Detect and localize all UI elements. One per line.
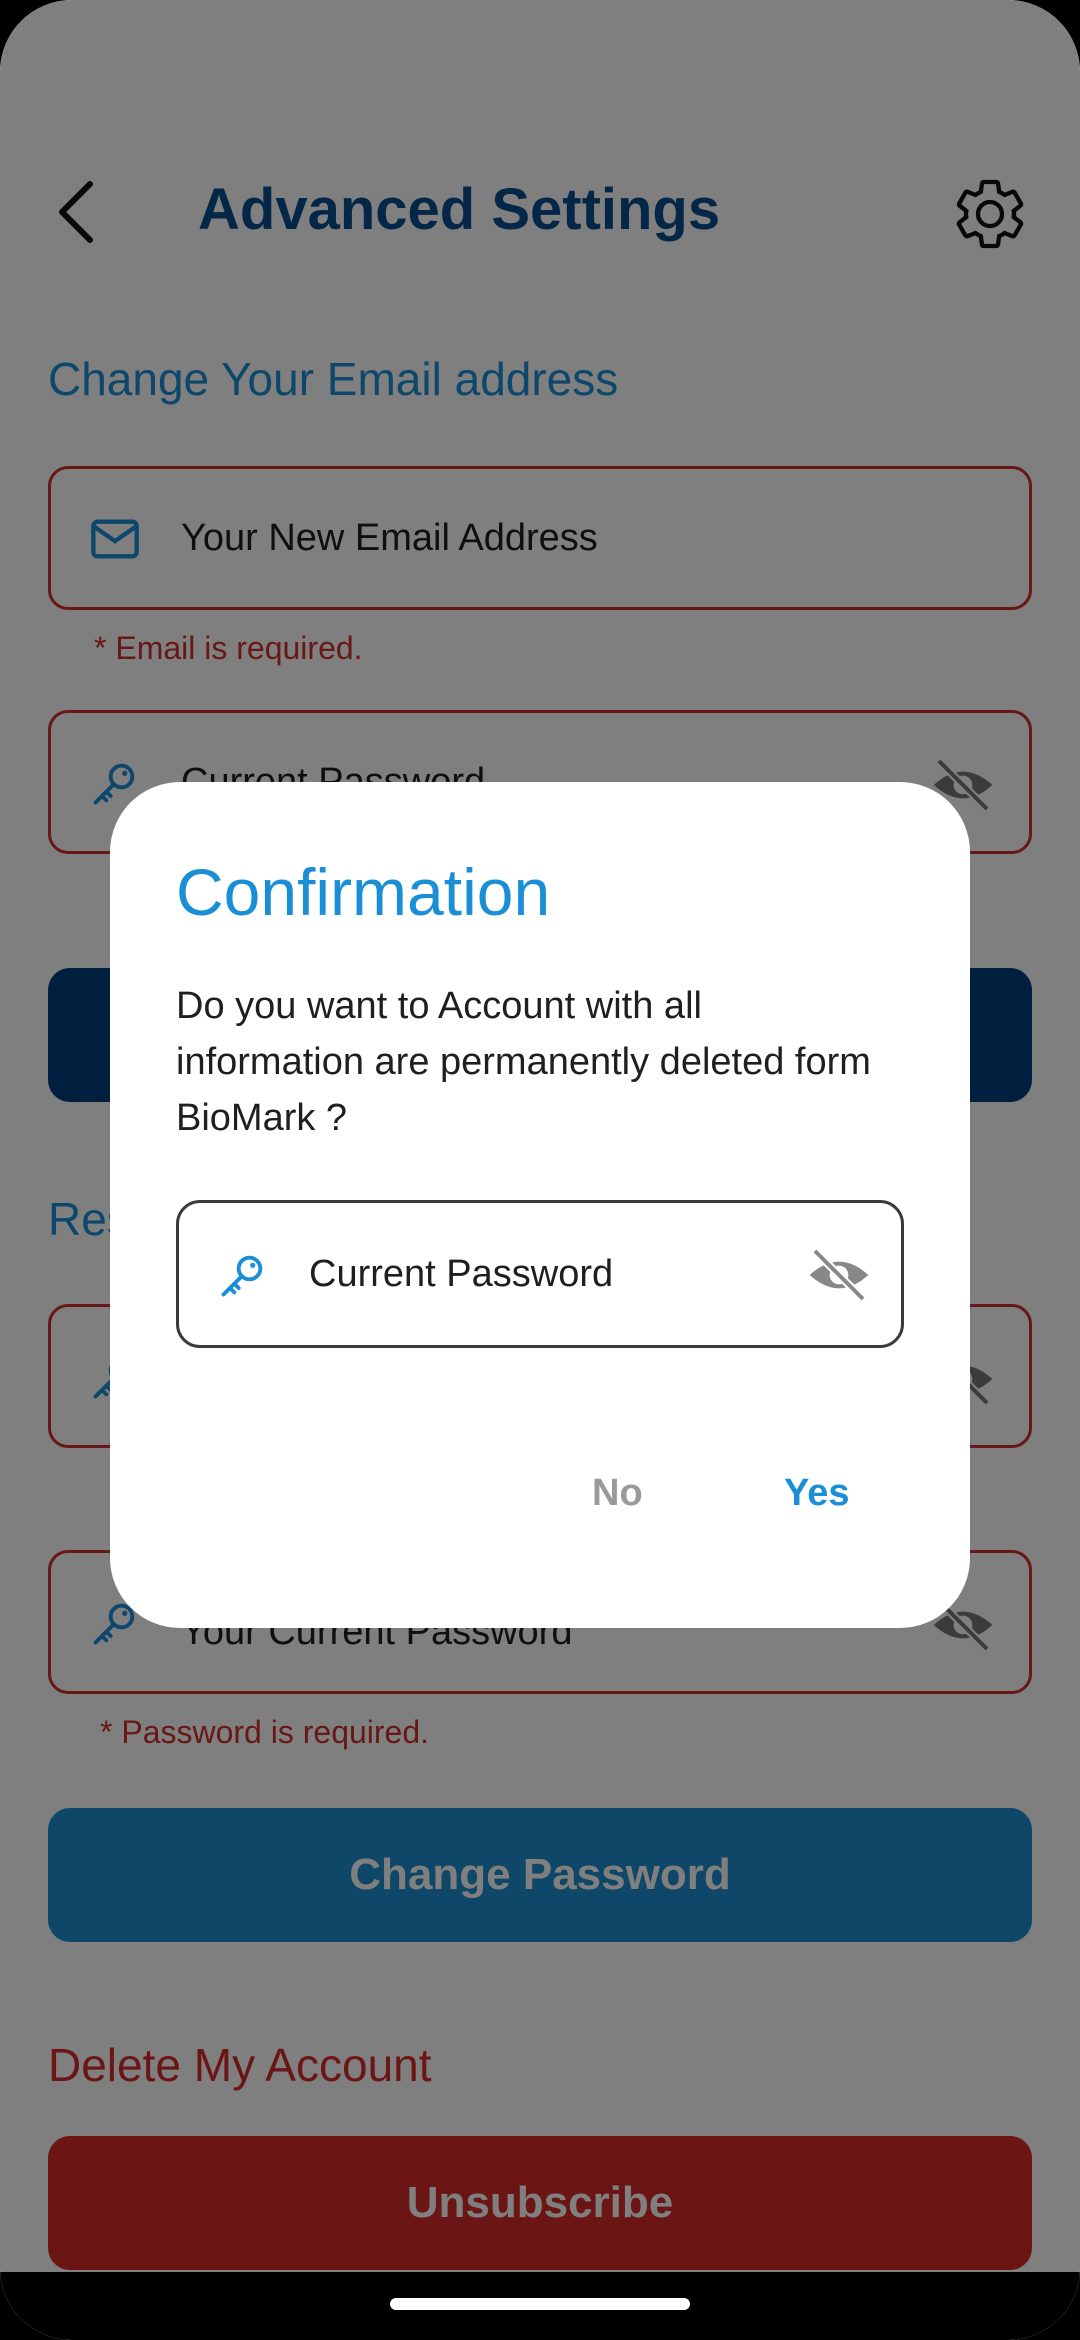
confirmation-dialog: Confirmation Do you want to Account with… xyxy=(110,782,970,1628)
dialog-yes-button[interactable]: Yes xyxy=(784,1472,850,1515)
home-gesture-handle[interactable] xyxy=(390,2298,690,2310)
dialog-title: Confirmation xyxy=(176,855,551,929)
dialog-password-field[interactable]: Current Password xyxy=(176,1200,904,1348)
dialog-message: Do you want to Account with all informat… xyxy=(176,985,871,1139)
dialog-no-button[interactable]: No xyxy=(592,1472,643,1515)
key-icon xyxy=(221,1255,263,1297)
device-frame: 12:49 Advanced Settings Change Your Emai… xyxy=(0,0,1080,2340)
dialog-password-placeholder: Current Password xyxy=(309,1253,614,1295)
eye-off-icon[interactable] xyxy=(807,1243,871,1307)
